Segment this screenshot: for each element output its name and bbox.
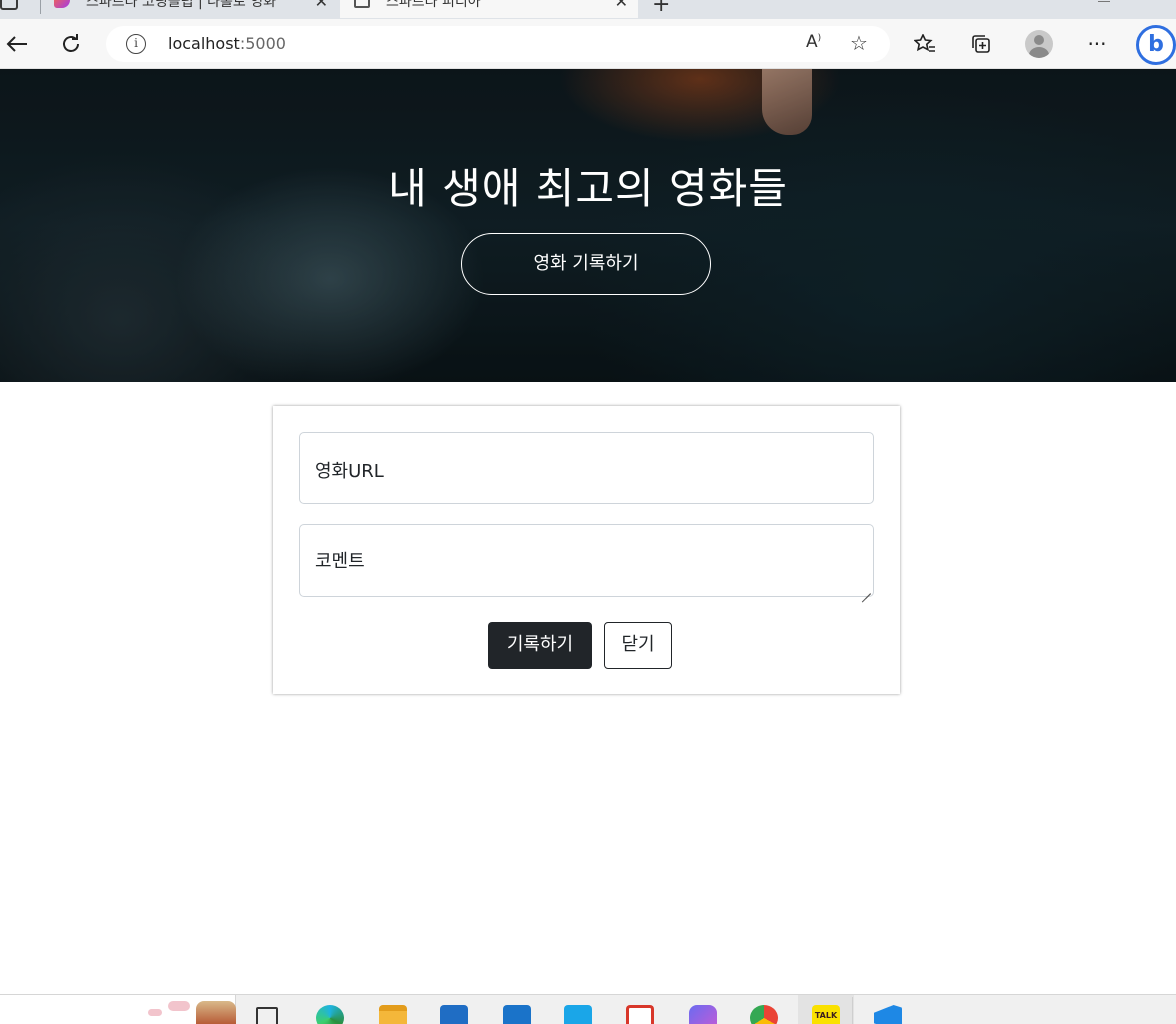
vscode-icon[interactable] [874,1005,902,1024]
new-tab-icon[interactable]: + [652,0,670,17]
weather-widget[interactable] [0,995,236,1024]
read-aloud-icon[interactable]: A) [806,32,821,52]
browser-toolbar: i localhost:5000 A) ☆ ··· b [0,19,1176,69]
mail-icon[interactable] [503,1005,531,1024]
comment-label: 코멘트 [315,551,365,572]
landmark-icon [196,1001,236,1024]
minimize-icon[interactable] [1098,0,1110,2]
close-form-button[interactable]: 닫기 [604,622,672,669]
favorites-icon[interactable] [912,31,938,57]
tab-title: 스파르타 피디아 [386,0,481,10]
copilot-icon[interactable] [689,1005,717,1024]
browser-tab-strip: 스파르타 코딩클럽 | 나홀로 영화 ✕ 스파르타 피디아 ✕ + [0,0,1176,19]
cloud-icon [168,1001,190,1011]
kakaotalk-icon[interactable]: TALK [812,1005,840,1024]
profile-avatar[interactable] [1025,30,1053,58]
page-favicon-icon [354,0,370,8]
tab-title: 스파르타 코딩클럽 | 나홀로 영화 [86,0,276,10]
posting-form-card: 영화URL 코멘트 기록하기 닫기 [273,406,900,694]
l-app-icon[interactable] [564,1005,592,1024]
close-tab-icon[interactable]: ✕ [315,0,328,14]
back-arrow-icon[interactable] [4,31,30,57]
file-explorer-icon[interactable] [379,1005,407,1024]
gmail-icon[interactable] [626,1005,654,1024]
address-bar[interactable]: i localhost:5000 A) ☆ [106,26,890,62]
comment-textarea[interactable]: 코멘트 [299,524,874,597]
windows-taskbar: TALK [0,994,1176,1024]
save-record-button[interactable]: 기록하기 [488,622,592,669]
hero-banner: 내 생애 최고의 영화들 영화 기록하기 [0,69,1176,382]
cloud-icon [148,1009,162,1016]
edge-icon[interactable] [316,1005,344,1024]
more-options-icon[interactable]: ··· [1084,31,1110,57]
close-tab-icon[interactable]: ✕ [615,0,628,14]
site-info-icon[interactable]: i [126,34,146,54]
movie-url-label: 영화URL [315,461,384,482]
bing-copilot-icon[interactable]: b [1136,25,1176,65]
hero-overlay [0,69,1176,382]
tab-actions-icon[interactable] [0,0,18,10]
address-url[interactable]: localhost:5000 [168,34,286,53]
task-view-icon[interactable] [256,1007,278,1024]
taskbar-divider [852,997,853,1024]
site-favicon-icon [54,0,70,8]
add-favorite-icon[interactable]: ☆ [850,31,868,55]
chrome-icon[interactable] [750,1005,778,1024]
record-movie-button[interactable]: 영화 기록하기 [461,233,711,295]
microsoft-store-icon[interactable] [440,1005,468,1024]
resize-handle-icon[interactable] [861,584,871,594]
page-title: 내 생애 최고의 영화들 [388,164,788,213]
collections-icon[interactable] [968,31,994,57]
movie-url-input[interactable]: 영화URL [299,432,874,504]
refresh-icon[interactable] [58,31,84,57]
browser-tab-active[interactable]: 스파르타 피디아 ✕ [340,0,638,18]
browser-tab[interactable]: 스파르타 코딩클럽 | 나홀로 영화 ✕ [40,0,338,18]
